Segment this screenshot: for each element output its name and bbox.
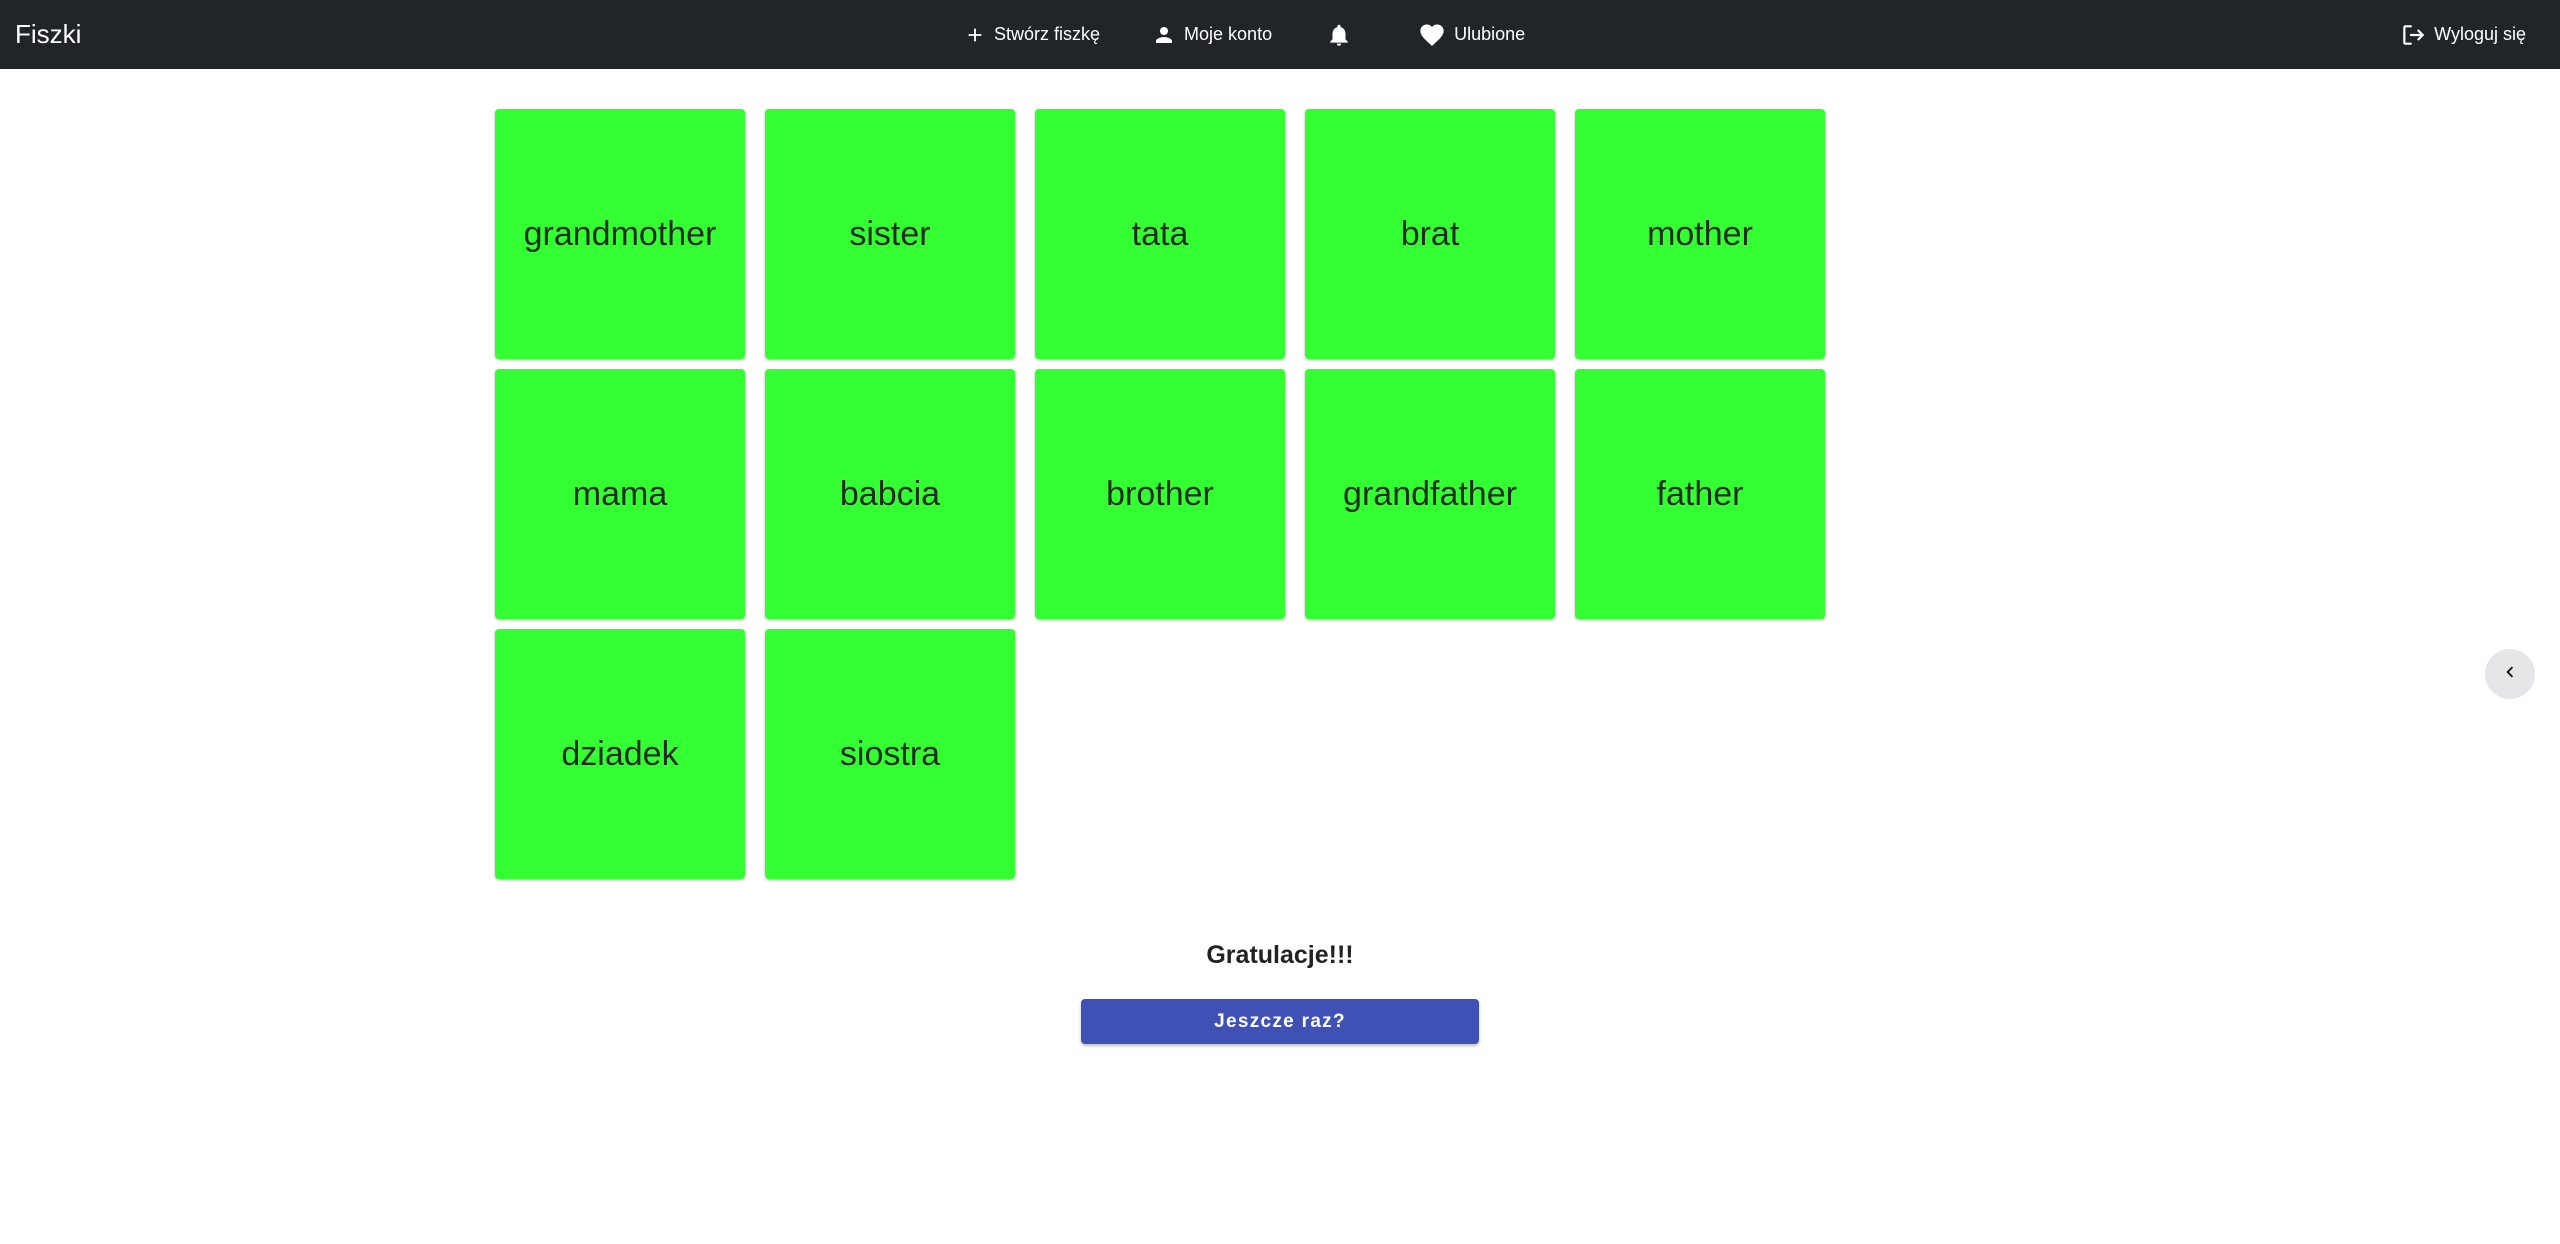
- nav-right: Wyloguj się: [2400, 0, 2526, 69]
- logout-link[interactable]: Wyloguj się: [2400, 0, 2526, 69]
- person-icon: [1152, 23, 1176, 47]
- chevron-left-icon: [2499, 661, 2521, 688]
- flashcard[interactable]: tata: [1035, 109, 1285, 359]
- flashcard[interactable]: grandmother: [495, 109, 745, 359]
- nav-center: Stwórz fiszkę Moje konto Ulubione: [960, 0, 1525, 69]
- congratulations-message: Gratulacje!!!: [1206, 941, 1354, 969]
- side-panel-toggle-button[interactable]: [2485, 649, 2535, 699]
- logout-icon: [2400, 22, 2426, 48]
- flashcard[interactable]: dziadek: [495, 629, 745, 879]
- my-account-link[interactable]: Moje konto: [1152, 0, 1272, 69]
- heart-icon: [1418, 21, 1446, 49]
- flashcard[interactable]: grandfather: [1305, 369, 1555, 619]
- create-flashcard-label: Stwórz fiszkę: [994, 24, 1101, 44]
- favorites-label: Ulubione: [1454, 24, 1526, 44]
- bell-icon: [1326, 22, 1352, 48]
- my-account-label: Moje konto: [1184, 24, 1273, 44]
- try-again-button[interactable]: Jeszcze raz?: [1081, 999, 1479, 1044]
- flashcard[interactable]: brat: [1305, 109, 1555, 359]
- flashcard[interactable]: father: [1575, 369, 1825, 619]
- flashcard[interactable]: siostra: [765, 629, 1015, 879]
- brand-logo[interactable]: Fiszki: [15, 0, 81, 69]
- logout-label: Wyloguj się: [2434, 24, 2526, 44]
- create-flashcard-link[interactable]: Stwórz fiszkę: [964, 0, 1100, 69]
- flashcard[interactable]: sister: [765, 109, 1015, 359]
- favorites-link[interactable]: Ulubione: [1418, 0, 1525, 69]
- flashcard[interactable]: mama: [495, 369, 745, 619]
- flashcard[interactable]: brother: [1035, 369, 1285, 619]
- top-navbar: Fiszki Stwórz fiszkę Moje konto Ulubione: [0, 0, 2560, 69]
- flashcard-grid: grandmother sister tata brat mother mama…: [495, 109, 1825, 879]
- flashcard[interactable]: babcia: [765, 369, 1015, 619]
- flashcard[interactable]: mother: [1575, 109, 1825, 359]
- notifications-button[interactable]: [1326, 0, 1352, 69]
- plus-icon: [964, 24, 986, 46]
